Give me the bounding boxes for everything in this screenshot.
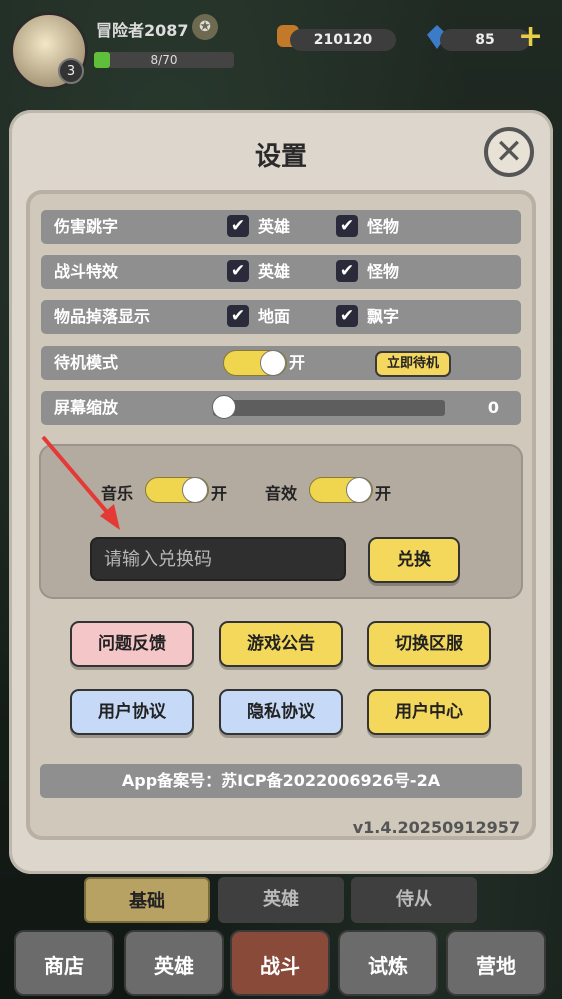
arrow-shaft <box>41 435 114 520</box>
annotation-arrow <box>41 435 120 530</box>
